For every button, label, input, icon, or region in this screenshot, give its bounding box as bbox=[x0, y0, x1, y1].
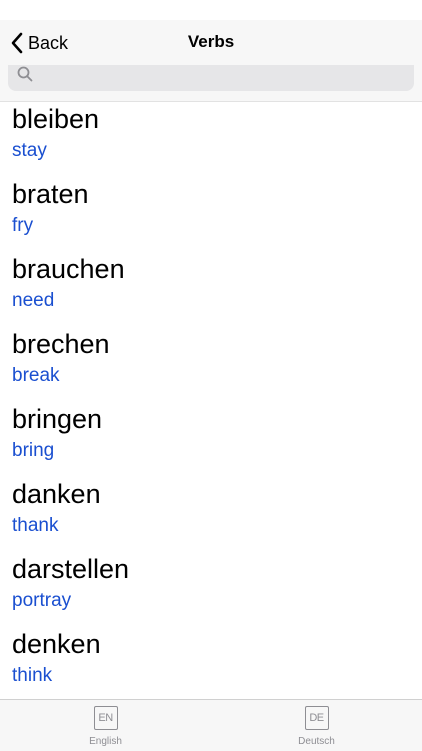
verb-word: bleiben bbox=[12, 104, 100, 134]
verb-translation: break bbox=[12, 365, 60, 386]
navigation-bar: Back Verbs bbox=[0, 20, 422, 66]
list-item[interactable]: bleiben stay bbox=[0, 102, 422, 177]
verb-translation: thank bbox=[12, 515, 59, 536]
verb-translation: portray bbox=[12, 590, 72, 611]
verb-translation: bring bbox=[12, 440, 55, 461]
verb-translation: think bbox=[12, 665, 53, 686]
verb-word: braten bbox=[12, 179, 89, 209]
page-title: Verbs bbox=[187, 32, 235, 51]
en-flag-icon: EN bbox=[93, 706, 118, 730]
search-bar bbox=[0, 65, 422, 102]
de-flag-icon: DE bbox=[304, 706, 329, 730]
tab-label: Deutsch bbox=[298, 736, 335, 747]
tab-english[interactable]: EN English bbox=[0, 700, 211, 751]
verb-word: danken bbox=[12, 479, 101, 509]
list-item[interactable]: danken thank bbox=[0, 477, 422, 552]
verb-list: bleiben stay braten fry brauchen need br… bbox=[0, 102, 422, 699]
tab-bar: EN English DE Deutsch bbox=[0, 699, 422, 751]
verb-word: brauchen bbox=[12, 254, 125, 284]
list-item[interactable]: darstellen portray bbox=[0, 552, 422, 627]
verb-word: brechen bbox=[12, 329, 110, 359]
verb-word: denken bbox=[12, 629, 101, 659]
list-item[interactable]: braten fry bbox=[0, 177, 422, 252]
tab-deutsch[interactable]: DE Deutsch bbox=[211, 700, 422, 751]
list-item[interactable]: bringen bring bbox=[0, 402, 422, 477]
search-icon bbox=[17, 66, 33, 82]
search-input[interactable] bbox=[40, 67, 406, 89]
list-item[interactable]: denken think bbox=[0, 627, 422, 699]
search-field[interactable] bbox=[8, 65, 414, 91]
tab-label: English bbox=[89, 736, 122, 747]
verb-translation: stay bbox=[12, 140, 47, 161]
list-item[interactable]: brechen break bbox=[0, 327, 422, 402]
verb-word: bringen bbox=[12, 404, 103, 434]
status-bar bbox=[0, 0, 422, 20]
verb-translation: need bbox=[12, 290, 55, 311]
verb-translation: fry bbox=[12, 215, 34, 236]
verb-word: darstellen bbox=[12, 554, 130, 584]
list-item[interactable]: brauchen need bbox=[0, 252, 422, 327]
